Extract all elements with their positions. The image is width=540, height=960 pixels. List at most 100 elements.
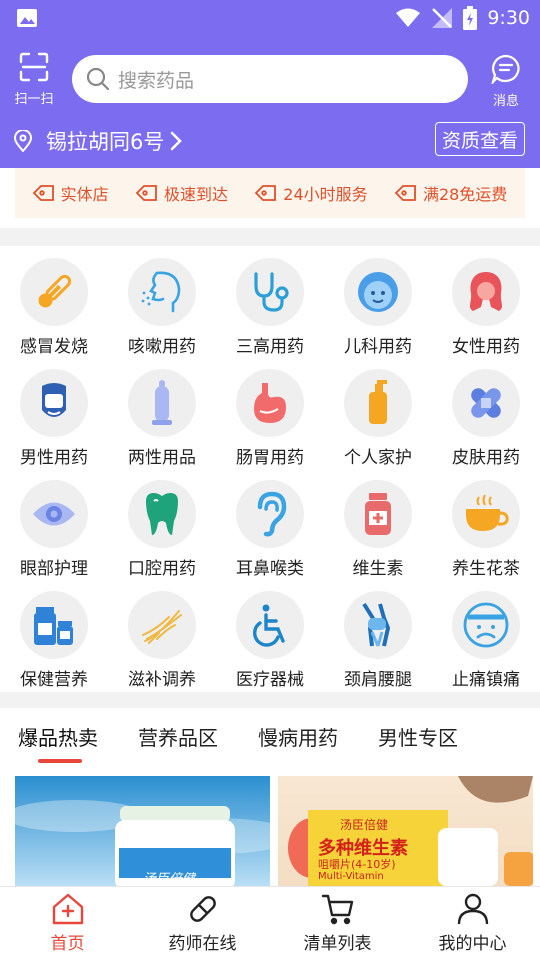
scan-button[interactable]: 扫一扫 — [10, 52, 58, 107]
search-icon — [86, 67, 110, 91]
feature-label: 24小时服务 — [283, 185, 368, 204]
product-subtitle: 咀嚼片(4-10岁) — [318, 858, 396, 871]
category-eye-care[interactable]: 眼部护理 — [0, 468, 108, 579]
status-bar: 9:30 — [0, 0, 540, 36]
category-label: 咳嗽用药 — [128, 337, 196, 357]
tab-men-zone[interactable]: 男性专区 — [378, 722, 458, 751]
tab-hot-sale[interactable]: 爆品热卖 — [18, 722, 98, 751]
image-icon — [17, 9, 37, 27]
thermometer-icon — [20, 258, 88, 326]
category-sexual-health[interactable]: 两性用品 — [108, 357, 216, 468]
nav-home[interactable]: 首页 — [0, 893, 135, 954]
category-men[interactable]: 男性用药 — [0, 357, 108, 468]
search-bar[interactable]: 搜索药品 — [72, 55, 468, 103]
message-icon — [491, 54, 520, 84]
feature-item: 实体店 — [32, 181, 109, 205]
no-signal-icon — [432, 8, 453, 28]
product-list: 汤臣倍健 汤臣倍健 多种维生素 咀嚼片(4-10岁) Multi-Vitamin — [0, 764, 540, 886]
ginseng-icon — [128, 591, 196, 659]
category-herbal-tea[interactable]: 养生花茶 — [432, 468, 540, 579]
category-label: 维生素 — [352, 559, 404, 579]
condom-icon — [128, 369, 196, 437]
pain-face-icon — [452, 591, 520, 659]
chevron-right-icon — [171, 131, 183, 151]
feature-item: 极速到达 — [135, 181, 228, 205]
category-label: 个人家护 — [344, 448, 412, 468]
category-label: 感冒发烧 — [20, 337, 88, 357]
message-button[interactable]: 消息 — [482, 54, 530, 110]
category-label: 医疗器械 — [236, 670, 304, 690]
product-brand: 汤臣倍健 — [143, 872, 196, 886]
category-ent[interactable]: 耳鼻喉类 — [216, 468, 324, 579]
scan-label: 扫一扫 — [14, 92, 54, 107]
vitamin-bottle-icon — [344, 480, 412, 548]
home-icon — [52, 893, 83, 925]
nav-label: 首页 — [50, 934, 85, 954]
feature-item: 满28免运费 — [394, 181, 508, 205]
nav-pharmacist-online[interactable]: 药师在线 — [135, 893, 270, 954]
category-label: 皮肤用药 — [452, 448, 520, 468]
tab-nutrition[interactable]: 营养品区 — [138, 722, 218, 751]
stomach-icon — [236, 369, 304, 437]
category-tonic[interactable]: 滋补调养 — [108, 579, 216, 690]
baby-icon — [344, 258, 412, 326]
feature-label: 实体店 — [60, 185, 109, 204]
category-label: 止痛镇痛 — [452, 670, 520, 690]
category-label: 耳鼻喉类 — [236, 559, 304, 579]
category-medical-devices[interactable]: 医疗器械 — [216, 579, 324, 690]
tab-chronic-disease[interactable]: 慢病用药 — [258, 722, 338, 751]
category-gastro[interactable]: 肠胃用药 — [216, 357, 324, 468]
product-brand: 汤臣倍健 — [340, 818, 389, 832]
product-card[interactable]: 汤臣倍健 多种维生素 咀嚼片(4-10岁) Multi-Vitamin — [278, 776, 533, 886]
app-header: 9:30 扫一扫 搜索药品 消息 锡拉胡同6号 资质查看 — [0, 0, 540, 168]
category-label: 口腔用药 — [128, 559, 196, 579]
category-three-highs[interactable]: 三高用药 — [216, 246, 324, 357]
category-label: 女性用药 — [452, 337, 520, 357]
knee-joint-icon — [344, 591, 412, 659]
category-neck-shoulder[interactable]: 颈肩腰腿 — [324, 579, 432, 690]
tooth-icon — [128, 480, 196, 548]
category-health-nutrition[interactable]: 保健营养 — [0, 579, 108, 690]
product-extra: Multi-Vitamin — [318, 871, 384, 882]
category-label: 男性用药 — [20, 448, 88, 468]
feature-label: 满28免运费 — [422, 185, 508, 204]
search-placeholder: 搜索药品 — [118, 69, 195, 92]
feature-label: 极速到达 — [163, 185, 228, 204]
category-label: 两性用品 — [128, 448, 196, 468]
tag-icon — [135, 185, 157, 201]
category-oral[interactable]: 口腔用药 — [108, 468, 216, 579]
category-label: 眼部护理 — [20, 559, 88, 579]
category-label: 滋补调养 — [128, 670, 196, 690]
tag-icon — [394, 185, 416, 201]
nav-my-center[interactable]: 我的中心 — [405, 893, 540, 954]
wheelchair-icon — [236, 591, 304, 659]
supplement-bottles-icon — [20, 591, 88, 659]
category-vitamins[interactable]: 维生素 — [324, 468, 432, 579]
product-card[interactable]: 汤臣倍健 — [15, 776, 270, 886]
feature-item: 24小时服务 — [255, 181, 368, 205]
category-cough[interactable]: 咳嗽用药 — [108, 246, 216, 357]
tag-icon — [32, 185, 54, 201]
category-label: 保健营养 — [20, 670, 88, 690]
category-label: 养生花茶 — [452, 559, 520, 579]
nav-shopping-list[interactable]: 清单列表 — [270, 893, 405, 954]
qualification-button[interactable]: 资质查看 — [435, 122, 525, 156]
feature-section: 实体店 极速到达 24小时服务 满28免运费 — [0, 168, 540, 228]
category-women[interactable]: 女性用药 — [432, 246, 540, 357]
location-text: 锡拉胡同6号 — [46, 130, 165, 154]
category-skin[interactable]: 皮肤用药 — [432, 357, 540, 468]
ear-icon — [236, 480, 304, 548]
category-personal-care[interactable]: 个人家护 — [324, 357, 432, 468]
category-cold-fever[interactable]: 感冒发烧 — [0, 246, 108, 357]
lotion-bottle-icon — [344, 369, 412, 437]
cart-icon — [321, 894, 353, 925]
category-pediatrics[interactable]: 儿科用药 — [324, 246, 432, 357]
category-pain-relief[interactable]: 止痛镇痛 — [432, 579, 540, 690]
woman-icon — [452, 258, 520, 326]
bandage-icon — [452, 369, 520, 437]
location-selector[interactable]: 锡拉胡同6号 — [14, 124, 183, 158]
eye-icon — [20, 480, 88, 548]
category-label: 儿科用药 — [344, 337, 412, 357]
active-tab-indicator — [38, 759, 82, 763]
nav-label: 药师在线 — [168, 934, 237, 954]
